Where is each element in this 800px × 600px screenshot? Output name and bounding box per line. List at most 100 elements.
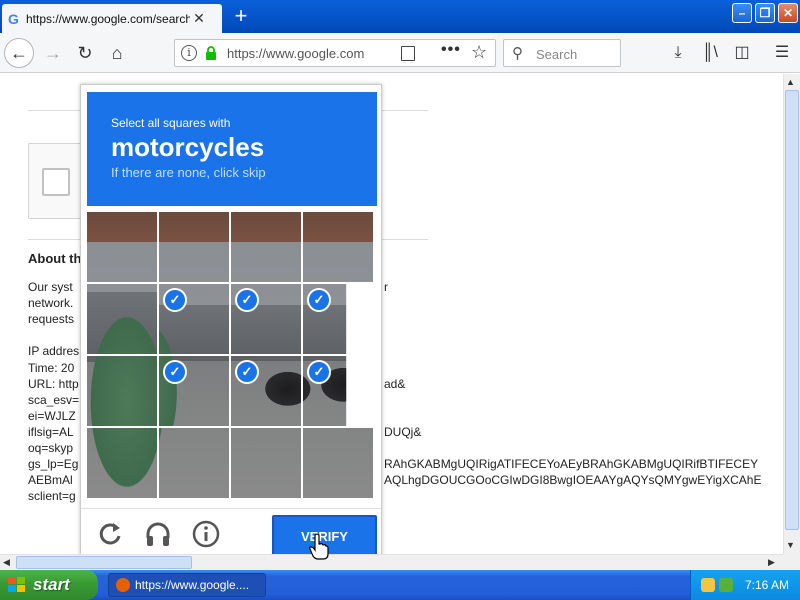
selected-check-icon: ✓ xyxy=(307,288,331,312)
horizontal-scroll-thumb[interactable] xyxy=(16,556,192,569)
hamburger-menu-icon[interactable]: ☰ xyxy=(770,41,794,65)
image-tile[interactable] xyxy=(303,212,373,282)
url-text[interactable]: https://www.google.com xyxy=(227,46,367,61)
scroll-up-arrow-icon[interactable]: ▲ xyxy=(786,77,795,87)
image-tile[interactable]: ✓ xyxy=(231,284,301,354)
tab-title: https://www.google.com/search?... xyxy=(26,11,190,26)
reload-icon[interactable] xyxy=(95,519,125,549)
start-button[interactable]: start xyxy=(0,570,98,600)
image-tile[interactable] xyxy=(87,356,157,426)
page-text-line: ei=WJLZ xyxy=(28,408,76,423)
recaptcha-challenge-popup: Select all squares with motorcycles If t… xyxy=(80,84,382,560)
hand-cursor-icon xyxy=(309,534,329,560)
recaptcha-checkbox[interactable] xyxy=(42,168,70,196)
clock: 7:16 AM xyxy=(745,578,790,592)
taskbar: start https://www.google.... 7:16 AM xyxy=(0,570,800,600)
minimize-button[interactable]: – xyxy=(732,3,752,23)
forward-button[interactable]: → xyxy=(38,38,68,68)
image-tile[interactable] xyxy=(87,284,157,354)
reload-button[interactable]: ↻ xyxy=(70,38,100,68)
reader-view-icon[interactable] xyxy=(401,46,415,61)
vertical-scrollbar[interactable]: ▲ ▼ xyxy=(783,74,800,554)
image-tile[interactable] xyxy=(159,212,229,282)
firefox-icon xyxy=(116,578,130,592)
tab-close-icon[interactable]: ✕ xyxy=(190,10,208,27)
window-title-bar: G https://www.google.com/search?... ✕ + … xyxy=(0,0,800,33)
tile-image xyxy=(231,212,301,282)
challenge-hint: If there are none, click skip xyxy=(111,165,266,180)
start-label: start xyxy=(33,575,70,594)
taskbar-firefox-item[interactable]: https://www.google.... xyxy=(108,573,266,597)
maximize-button[interactable]: ❐ xyxy=(755,3,775,23)
tile-image xyxy=(231,428,301,498)
page-text-line: AEBmAl xyxy=(28,473,73,488)
taskbar-item-label: https://www.google.... xyxy=(135,578,250,592)
vertical-scroll-thumb[interactable] xyxy=(785,90,799,530)
lock-icon xyxy=(206,46,216,60)
info-icon[interactable] xyxy=(191,519,221,549)
image-tile[interactable] xyxy=(87,428,157,498)
scroll-down-arrow-icon[interactable]: ▼ xyxy=(786,540,795,550)
page-text-line: iflsig=AL xyxy=(28,424,74,439)
google-favicon-icon: G xyxy=(8,10,19,27)
image-tile[interactable]: ✓ xyxy=(159,356,229,426)
about-heading: About th xyxy=(28,251,82,266)
scroll-right-arrow-icon[interactable]: ▶ xyxy=(768,557,775,568)
selected-check-icon: ✓ xyxy=(163,360,187,384)
challenge-target: motorcycles xyxy=(111,132,265,162)
image-tile[interactable] xyxy=(159,428,229,498)
page-text-line: gs_lp=Eg xyxy=(28,457,79,472)
scrollbar-corner xyxy=(783,554,800,570)
image-grid: ✓ ✓ ✓ ✓ ✓ ✓ xyxy=(87,212,375,500)
sidebar-icon[interactable]: ◫ xyxy=(730,41,754,65)
home-button[interactable]: ⌂ xyxy=(102,38,132,68)
audio-headphones-icon[interactable] xyxy=(143,519,173,549)
page-text-fragment: RAhGKABMgUQIRigATIFECEYoAEyBRAhGKABMgUQI… xyxy=(384,457,759,472)
selected-check-icon: ✓ xyxy=(307,360,331,384)
tile-image xyxy=(159,428,229,498)
recaptcha-anchor[interactable] xyxy=(28,143,88,219)
image-tile[interactable]: ✓ xyxy=(231,356,301,426)
page-text-line: oq=skyp xyxy=(28,441,74,455)
selected-check-icon: ✓ xyxy=(235,288,259,312)
page-text-line: IP addres xyxy=(28,344,80,359)
search-icon: ⚲ xyxy=(512,45,523,62)
site-info-icon[interactable]: i xyxy=(181,45,197,61)
page-text-line: sca_esv= xyxy=(28,392,80,407)
tile-image xyxy=(87,356,157,426)
selected-check-icon: ✓ xyxy=(163,288,187,312)
navigation-toolbar: ← → ↻ ⌂ i https://www.google.com ••• ☆ ⚲… xyxy=(0,33,800,73)
system-tray: 7:16 AM xyxy=(690,570,800,600)
page-text-line: URL: http xyxy=(28,376,79,391)
image-tile[interactable]: ✓ xyxy=(303,284,373,354)
tile-image xyxy=(159,212,229,282)
page-text-fragment: AQLhgDGOUCGOoCGIwDGI8BwgIOEAAYgAQYsQMYgw… xyxy=(384,473,762,488)
library-icon[interactable]: ║\ xyxy=(698,41,722,65)
challenge-footer: VERIFY xyxy=(81,508,381,560)
tile-image xyxy=(87,428,157,498)
page-text-fragment: ad& xyxy=(384,376,406,391)
page-actions-icon[interactable]: ••• xyxy=(441,41,461,59)
search-input[interactable]: ⚲ Search xyxy=(503,39,621,67)
tray-network-icon[interactable] xyxy=(719,578,733,592)
close-window-button[interactable]: ✕ xyxy=(778,3,798,23)
image-tile[interactable]: ✓ xyxy=(159,284,229,354)
page-text-line: requests xyxy=(28,312,75,327)
download-icon[interactable]: ⤓ xyxy=(666,41,690,65)
image-tile[interactable]: ✓ xyxy=(303,356,373,426)
tile-image xyxy=(87,212,157,282)
horizontal-scrollbar[interactable]: ◀ ▶ xyxy=(0,554,783,570)
image-tile[interactable] xyxy=(231,212,301,282)
search-placeholder: Search xyxy=(536,47,578,62)
image-tile[interactable] xyxy=(303,428,373,498)
bookmark-star-icon[interactable]: ☆ xyxy=(471,42,487,63)
browser-tab[interactable]: G https://www.google.com/search?... ✕ xyxy=(2,4,222,33)
tray-app-icon[interactable] xyxy=(701,578,715,592)
new-tab-button[interactable]: + xyxy=(228,3,254,29)
image-tile[interactable] xyxy=(231,428,301,498)
image-tile[interactable] xyxy=(87,212,157,282)
scroll-left-arrow-icon[interactable]: ◀ xyxy=(3,557,10,568)
address-bar[interactable]: i https://www.google.com ••• ☆ xyxy=(174,39,496,67)
back-button[interactable]: ← xyxy=(4,38,34,68)
page-text-line: Time: 20 xyxy=(28,360,75,375)
